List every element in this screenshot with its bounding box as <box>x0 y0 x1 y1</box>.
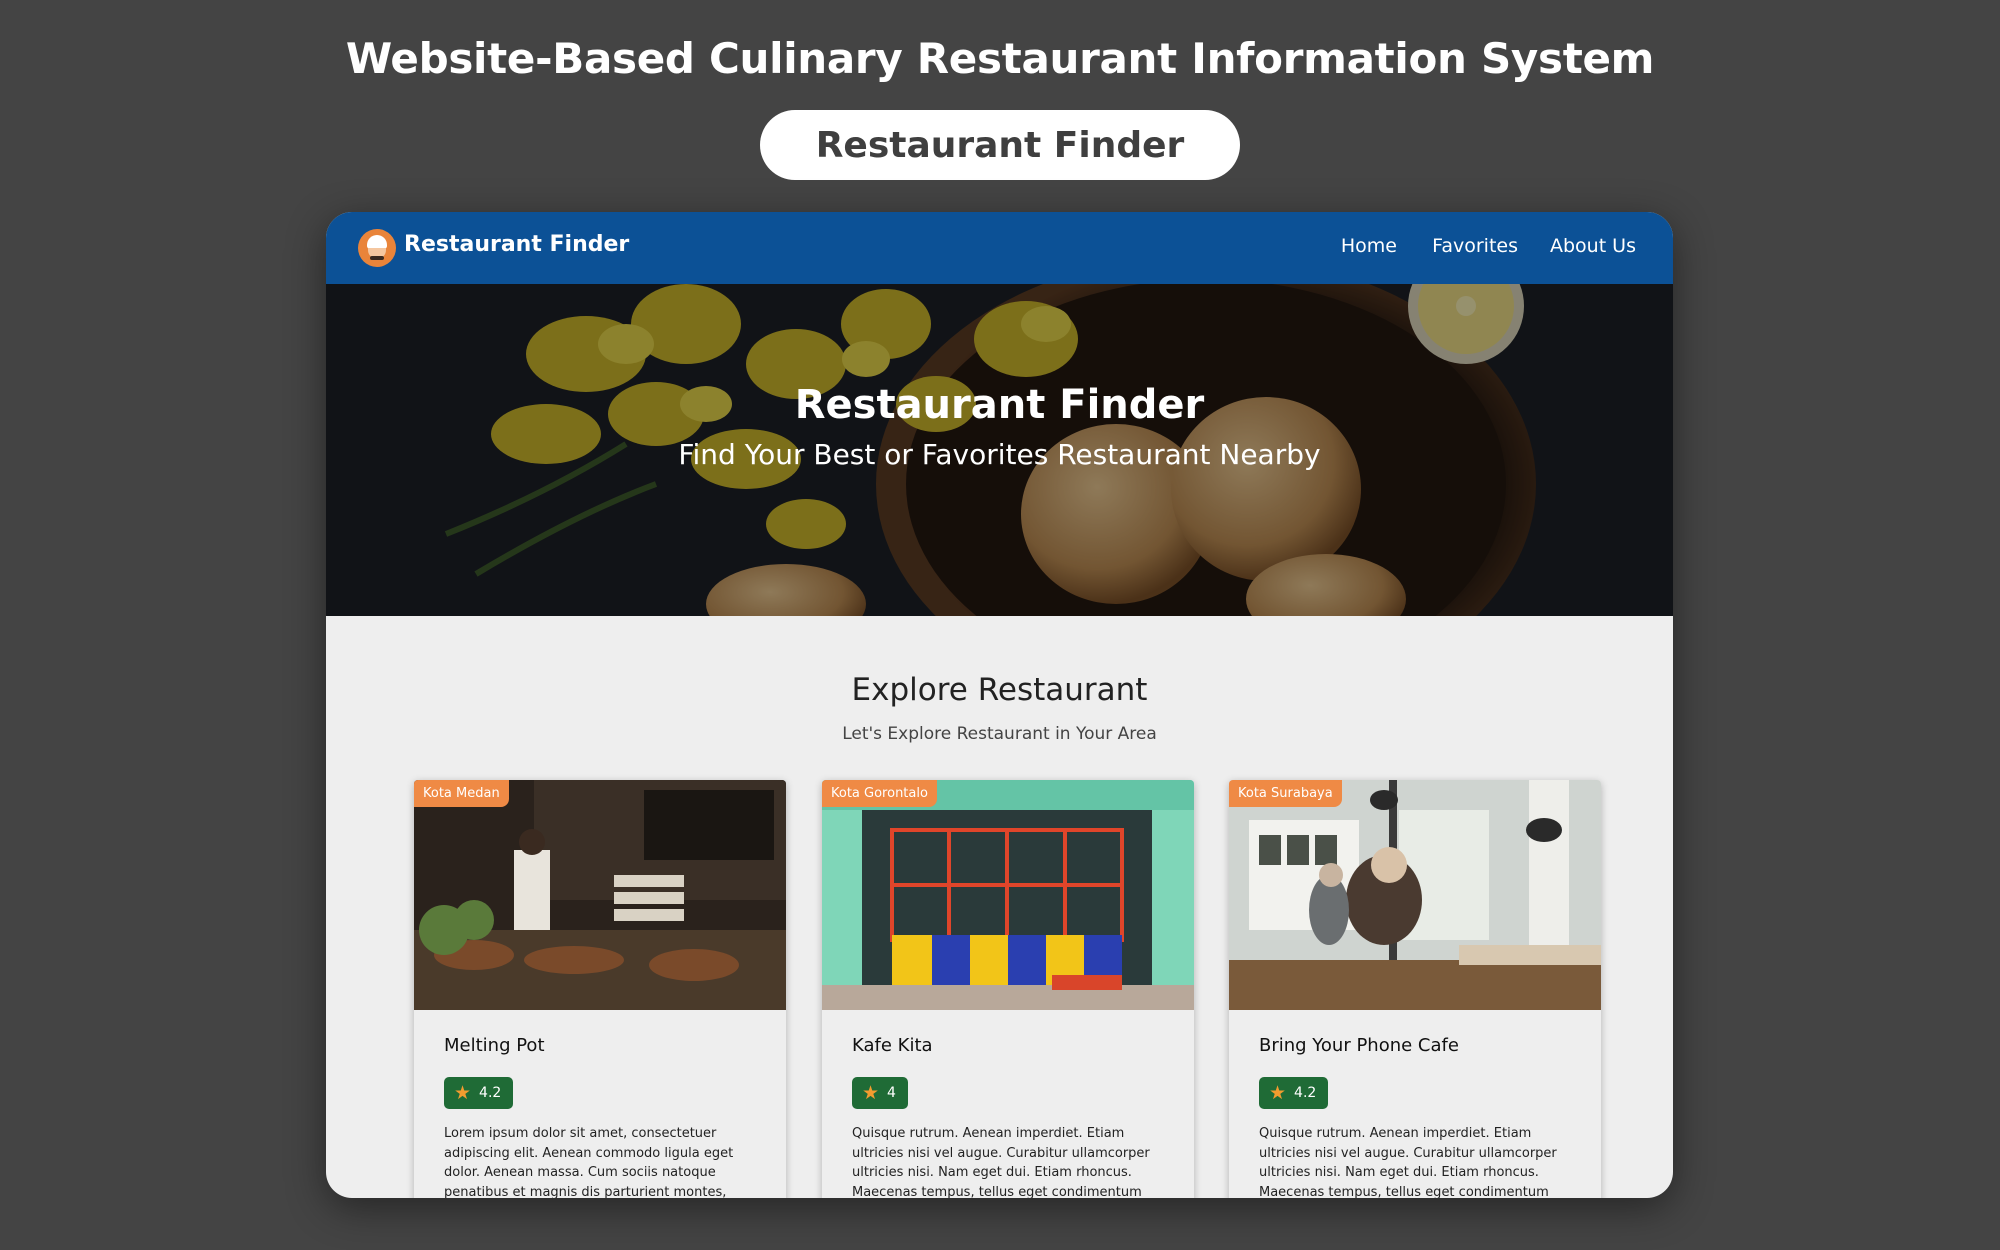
restaurant-card[interactable]: Kota Medan Melting Pot ★ 4.2 Lorem ipsum… <box>414 780 786 1198</box>
city-tag: Kota Medan <box>414 780 509 807</box>
chef-logo-icon[interactable] <box>358 229 396 267</box>
restaurant-description: Quisque rutrum. Aenean imperdiet. Etiam … <box>1259 1126 1557 1198</box>
star-icon: ★ <box>454 1081 472 1104</box>
star-icon: ★ <box>862 1081 880 1104</box>
restaurant-photo <box>822 780 1194 1010</box>
hero-subtitle: Find Your Best or Favorites Restaurant N… <box>678 438 1321 471</box>
city-tag: Kota Surabaya <box>1229 780 1342 807</box>
rating-badge: ★ 4.2 <box>444 1077 514 1109</box>
rating-value: 4.2 <box>479 1085 502 1101</box>
restaurant-name[interactable]: Kafe Kita <box>852 1035 933 1056</box>
title-pill-label: Restaurant Finder <box>815 124 1185 166</box>
hero-title: Restaurant Finder <box>794 382 1205 428</box>
nav-link-favorites[interactable]: Favorites <box>1432 235 1518 257</box>
restaurant-description: Lorem ipsum dolor sit amet, consectetuer… <box>444 1126 734 1198</box>
restaurant-card[interactable]: Kota Gorontalo Kafe Kita ★ 4 Quisque rut… <box>822 780 1194 1198</box>
brand-name[interactable]: Restaurant Finder <box>404 232 629 257</box>
city-tag: Kota Gorontalo <box>822 780 937 807</box>
title-pill: Restaurant Finder <box>760 110 1240 180</box>
restaurant-photo <box>414 780 786 1010</box>
page-heading: Website-Based Culinary Restaurant Inform… <box>345 34 1655 83</box>
restaurant-description: Quisque rutrum. Aenean imperdiet. Etiam … <box>852 1126 1150 1198</box>
restaurant-name[interactable]: Melting Pot <box>444 1035 545 1056</box>
rating-badge: ★ 4.2 <box>1259 1077 1329 1109</box>
rating-value: 4 <box>887 1085 896 1101</box>
navbar: Restaurant Finder Home Favorites About U… <box>326 212 1673 284</box>
star-icon: ★ <box>1269 1081 1287 1104</box>
nav-link-home[interactable]: Home <box>1341 235 1397 257</box>
browser-window: Restaurant Finder Home Favorites About U… <box>326 212 1673 1198</box>
explore-subtitle: Let's Explore Restaurant in Your Area <box>842 724 1157 744</box>
hero-banner: Restaurant Finder Find Your Best or Favo… <box>326 284 1673 616</box>
explore-title: Explore Restaurant <box>851 672 1148 708</box>
nav-link-about-us[interactable]: About Us <box>1550 235 1636 257</box>
rating-value: 4.2 <box>1294 1085 1317 1101</box>
restaurant-card[interactable]: Kota Surabaya Bring Your Phone Cafe ★ 4.… <box>1229 780 1601 1198</box>
rating-badge: ★ 4 <box>852 1077 908 1109</box>
restaurant-photo <box>1229 780 1601 1010</box>
restaurant-name[interactable]: Bring Your Phone Cafe <box>1259 1035 1459 1056</box>
